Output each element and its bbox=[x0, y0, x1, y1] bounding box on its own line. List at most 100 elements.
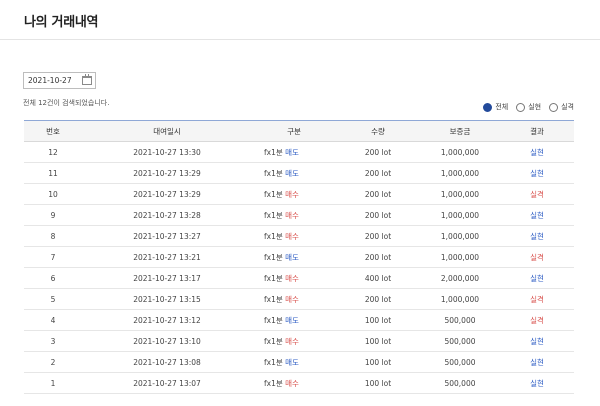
cell-type-prefix: fx1분 bbox=[264, 147, 283, 157]
cell-deposit: 1,000,000 bbox=[420, 162, 500, 184]
cell-datetime: 2021-10-27 13:27 bbox=[82, 225, 252, 247]
cell-type-prefix: fx1분 bbox=[264, 273, 283, 283]
cell-no: 8 bbox=[24, 225, 82, 247]
table-row: 6 2021-10-27 13:17 fx1분 매수 400 lot 2,000,000… bbox=[24, 267, 574, 289]
cell-type: fx1분 매수 bbox=[252, 372, 336, 394]
page-header: 나의 거래내역 bbox=[0, 0, 600, 40]
cell-qty: 200 lot bbox=[336, 183, 420, 205]
table-row: 4 2021-10-27 13:12 fx1분 매도 100 lot 500,000 실격 bbox=[24, 309, 574, 331]
table-row: 1 2021-10-27 13:07 fx1분 매수 100 lot 500,000 실현 bbox=[24, 372, 574, 394]
cell-deposit: 500,000 bbox=[420, 372, 500, 394]
col-header-result: 결과 bbox=[530, 126, 544, 136]
cell-result: 실현 bbox=[500, 330, 574, 352]
cell-type-prefix: fx1분 bbox=[264, 210, 283, 220]
cell-qty: 200 lot bbox=[336, 162, 420, 184]
col-header-qty: 수량 bbox=[371, 126, 385, 136]
cell-deposit: 1,000,000 bbox=[420, 225, 500, 247]
cell-qty: 100 lot bbox=[336, 372, 420, 394]
filter-fail-label: 실격 bbox=[561, 103, 574, 111]
cell-qty: 200 lot bbox=[336, 246, 420, 268]
cell-result: 실현 bbox=[500, 372, 574, 394]
cell-result: 실현 bbox=[500, 204, 574, 226]
cell-type: fx1분 매도 bbox=[252, 162, 336, 184]
cell-type-prefix: fx1분 bbox=[264, 231, 283, 241]
cell-type-action: 매수 bbox=[285, 378, 299, 388]
table-row: 10 2021-10-27 13:29 fx1분 매수 200 lot 1,000,00… bbox=[24, 183, 574, 205]
col-header-type: 구분 bbox=[287, 126, 301, 136]
date-picker[interactable]: 2021-10-27 bbox=[23, 72, 96, 89]
cell-deposit: 2,000,000 bbox=[420, 267, 500, 289]
cell-result: 실현 bbox=[500, 162, 574, 184]
cell-type-prefix: fx1분 bbox=[264, 294, 283, 304]
cell-result: 실현 bbox=[500, 225, 574, 247]
cell-result: 실격 bbox=[500, 309, 574, 331]
cell-deposit: 500,000 bbox=[420, 351, 500, 373]
radio-fail-icon[interactable] bbox=[549, 102, 559, 112]
cell-type-action: 매수 bbox=[285, 273, 299, 283]
filter-fail[interactable]: 실격 bbox=[549, 102, 574, 112]
table-row: 3 2021-10-27 13:10 fx1분 매수 100 lot 500,000 실현 bbox=[24, 330, 574, 352]
cell-type-action: 매수 bbox=[285, 231, 299, 241]
cell-deposit: 500,000 bbox=[420, 309, 500, 331]
table-row: 12 2021-10-27 13:30 fx1분 매도 200 lot 1,000,00… bbox=[24, 141, 574, 163]
cell-type-action: 매수 bbox=[285, 294, 299, 304]
cell-qty: 200 lot bbox=[336, 141, 420, 163]
col-header-deposit: 보증금 bbox=[449, 126, 471, 136]
cell-result: 실격 bbox=[500, 246, 574, 268]
cell-deposit: 1,000,000 bbox=[420, 288, 500, 310]
cell-no: 4 bbox=[24, 309, 82, 331]
cell-datetime: 2021-10-27 13:07 bbox=[82, 372, 252, 394]
cell-type: fx1분 매도 bbox=[252, 309, 336, 331]
cell-qty: 400 lot bbox=[336, 267, 420, 289]
cell-deposit: 1,000,000 bbox=[420, 183, 500, 205]
cell-type-prefix: fx1분 bbox=[264, 378, 283, 388]
cell-deposit: 1,000,000 bbox=[420, 141, 500, 163]
cell-datetime: 2021-10-27 13:28 bbox=[82, 204, 252, 226]
result-filter: 전체 실현 실격 bbox=[475, 102, 574, 112]
cell-type-action: 매수 bbox=[285, 210, 299, 220]
cell-qty: 200 lot bbox=[336, 204, 420, 226]
page-title: 나의 거래내역 bbox=[24, 15, 99, 30]
table-row: 8 2021-10-27 13:27 fx1분 매수 200 lot 1,000,000… bbox=[24, 225, 574, 247]
filter-all[interactable]: 전체 bbox=[483, 102, 508, 112]
cell-type: fx1분 매수 bbox=[252, 330, 336, 352]
cell-type-action: 매수 bbox=[285, 336, 299, 346]
cell-deposit: 500,000 bbox=[420, 330, 500, 352]
cell-deposit: 1,000,000 bbox=[420, 204, 500, 226]
cell-type-action: 매도 bbox=[285, 168, 299, 178]
cell-result: 실현 bbox=[500, 141, 574, 163]
cell-qty: 100 lot bbox=[336, 351, 420, 373]
date-picker-value: 2021-10-27 bbox=[28, 76, 72, 85]
cell-no: 12 bbox=[24, 141, 82, 163]
cell-result: 실격 bbox=[500, 183, 574, 205]
table-body: 12 2021-10-27 13:30 fx1분 매도 200 lot 1,000,00… bbox=[24, 141, 574, 394]
cell-type-prefix: fx1분 bbox=[264, 315, 283, 325]
cell-type: fx1분 매수 bbox=[252, 267, 336, 289]
cell-datetime: 2021-10-27 13:30 bbox=[82, 141, 252, 163]
cell-no: 3 bbox=[24, 330, 82, 352]
cell-type-prefix: fx1분 bbox=[264, 357, 283, 367]
cell-type: fx1분 매도 bbox=[252, 141, 336, 163]
filter-success[interactable]: 실현 bbox=[516, 102, 541, 112]
cell-no: 9 bbox=[24, 204, 82, 226]
table-header-row: 번호 대여일시 구분 수량 보증금 결과 bbox=[24, 120, 574, 142]
cell-qty: 100 lot bbox=[336, 309, 420, 331]
cell-datetime: 2021-10-27 13:10 bbox=[82, 330, 252, 352]
cell-type-prefix: fx1분 bbox=[264, 168, 283, 178]
filter-all-label: 전체 bbox=[495, 103, 509, 111]
calendar-icon[interactable] bbox=[82, 74, 92, 85]
radio-success-icon[interactable] bbox=[516, 102, 526, 112]
cell-result: 실현 bbox=[500, 351, 574, 373]
cell-type: fx1분 매수 bbox=[252, 183, 336, 205]
cell-no: 1 bbox=[24, 372, 82, 394]
cell-type-prefix: fx1분 bbox=[264, 189, 283, 199]
cell-type-action: 매도 bbox=[285, 315, 299, 325]
result-summary: 전체 12건이 검색되었습니다. bbox=[23, 99, 110, 107]
cell-datetime: 2021-10-27 13:17 bbox=[82, 267, 252, 289]
cell-datetime: 2021-10-27 13:21 bbox=[82, 246, 252, 268]
radio-all-icon[interactable] bbox=[483, 102, 493, 112]
cell-type: fx1분 매도 bbox=[252, 351, 336, 373]
cell-datetime: 2021-10-27 13:12 bbox=[82, 309, 252, 331]
cell-type: fx1분 매수 bbox=[252, 204, 336, 226]
cell-deposit: 1,000,000 bbox=[420, 246, 500, 268]
